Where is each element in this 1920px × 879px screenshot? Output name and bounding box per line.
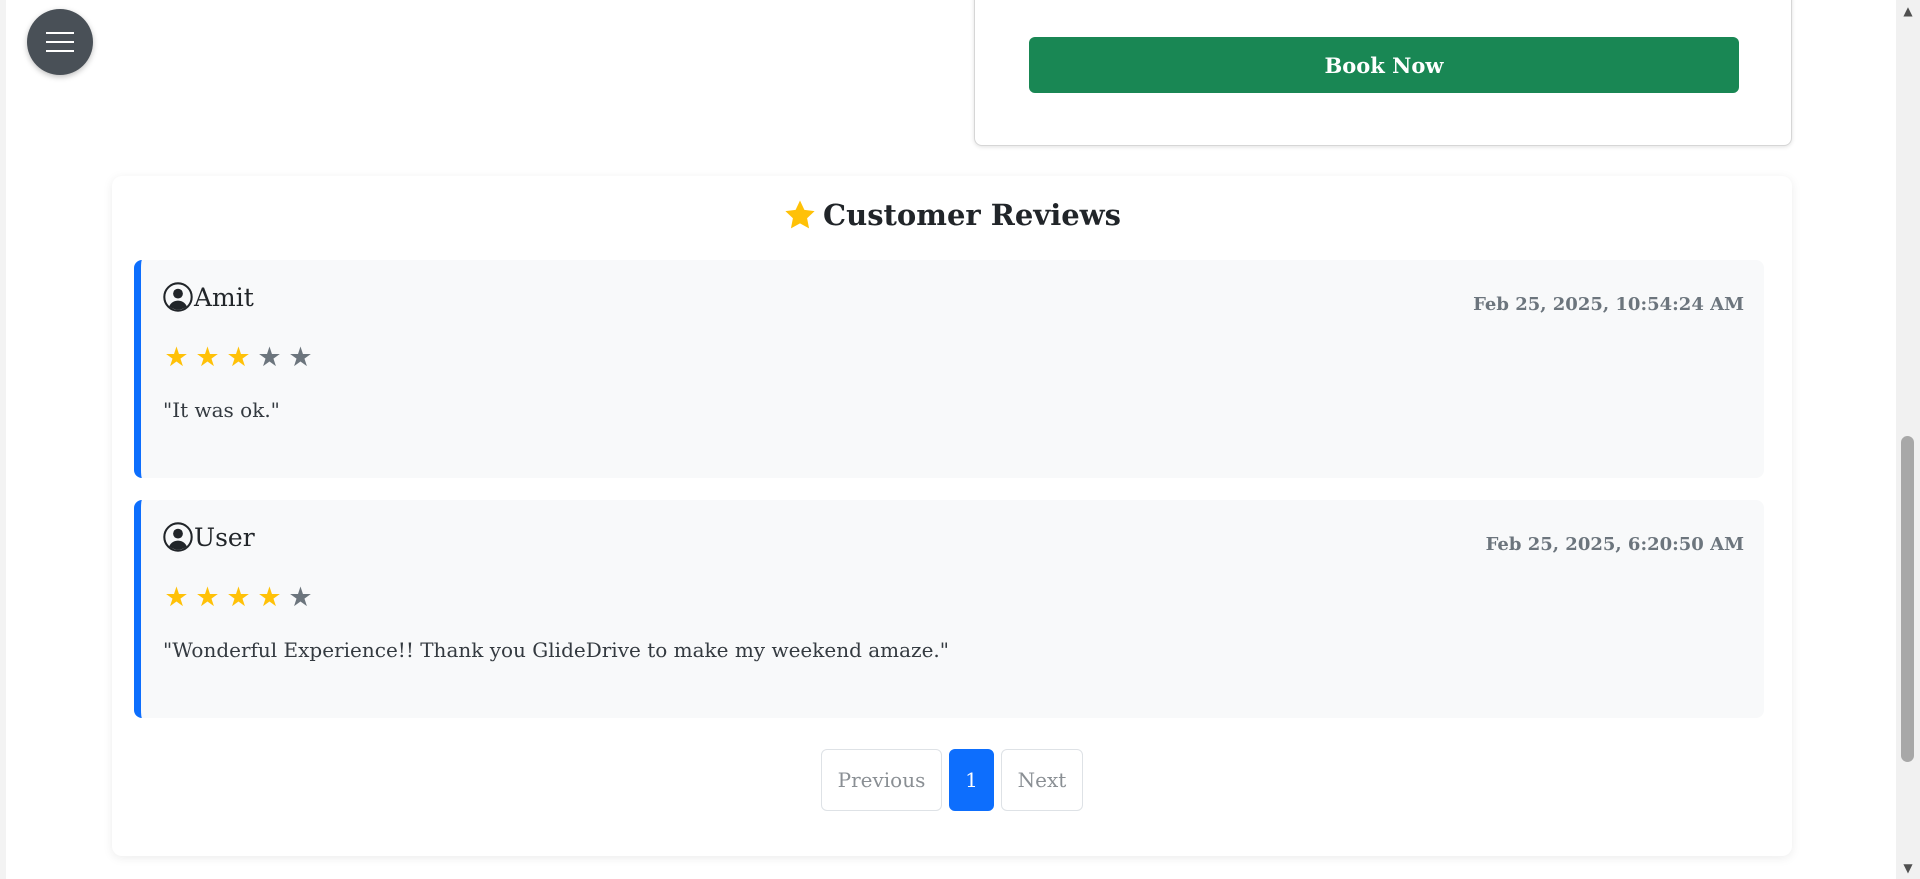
star-filled-icon: ★ xyxy=(226,342,251,373)
review-date: Feb 25, 2025, 6:20:50 AM xyxy=(1485,534,1744,555)
star-empty-icon: ★ xyxy=(288,342,313,373)
scroll-up-arrow-icon[interactable]: ▲ xyxy=(1896,2,1920,20)
review-date: Feb 25, 2025, 10:54:24 AM xyxy=(1473,294,1744,315)
reviewer: User xyxy=(163,522,255,552)
review-comment: "It was ok." xyxy=(163,398,280,422)
review-item: Amit Feb 25, 2025, 10:54:24 AM ★ ★ ★ ★ ★… xyxy=(134,260,1764,478)
book-now-button[interactable]: Book Now xyxy=(1029,37,1739,93)
reviewer: Amit xyxy=(163,282,254,312)
customer-reviews-section: Customer Reviews Amit Feb 25, 2025, 10:5… xyxy=(112,176,1792,856)
star-filled-icon: ★ xyxy=(164,582,189,613)
hamburger-icon xyxy=(46,32,74,52)
star-filled-icon: ★ xyxy=(164,342,189,373)
review-comment: "Wonderful Experience!! Thank you GlideD… xyxy=(163,638,949,662)
pagination: Previous 1 Next xyxy=(112,749,1792,811)
star-empty-icon: ★ xyxy=(257,342,282,373)
star-empty-icon: ★ xyxy=(288,582,313,613)
user-circle-icon xyxy=(163,282,193,312)
star-filled-icon: ★ xyxy=(257,582,282,613)
star-rating: ★ ★ ★ ★ ★ xyxy=(163,344,314,371)
star-rating: ★ ★ ★ ★ ★ xyxy=(163,584,314,611)
star-filled-icon: ★ xyxy=(195,582,220,613)
scroll-down-arrow-icon[interactable]: ▼ xyxy=(1896,859,1920,877)
scrollbar-thumb[interactable] xyxy=(1901,436,1914,762)
reviewer-name: Amit xyxy=(194,282,254,312)
next-page-button[interactable]: Next xyxy=(1001,749,1083,811)
previous-page-button[interactable]: Previous xyxy=(821,749,942,811)
star-icon xyxy=(785,200,815,229)
vertical-scrollbar[interactable]: ▲ ▼ xyxy=(1896,0,1920,879)
page: Book Now Customer Reviews Amit Feb 25, 2… xyxy=(6,0,1896,879)
reviews-title: Customer Reviews xyxy=(823,198,1121,232)
booking-card: Book Now xyxy=(974,0,1792,146)
reviews-header: Customer Reviews xyxy=(112,198,1792,232)
review-item: User Feb 25, 2025, 6:20:50 AM ★ ★ ★ ★ ★ … xyxy=(134,500,1764,718)
star-filled-icon: ★ xyxy=(195,342,220,373)
star-filled-icon: ★ xyxy=(226,582,251,613)
page-number-button[interactable]: 1 xyxy=(949,749,994,811)
menu-toggle-button[interactable] xyxy=(27,9,93,75)
reviewer-name: User xyxy=(194,522,255,552)
user-circle-icon xyxy=(163,522,193,552)
